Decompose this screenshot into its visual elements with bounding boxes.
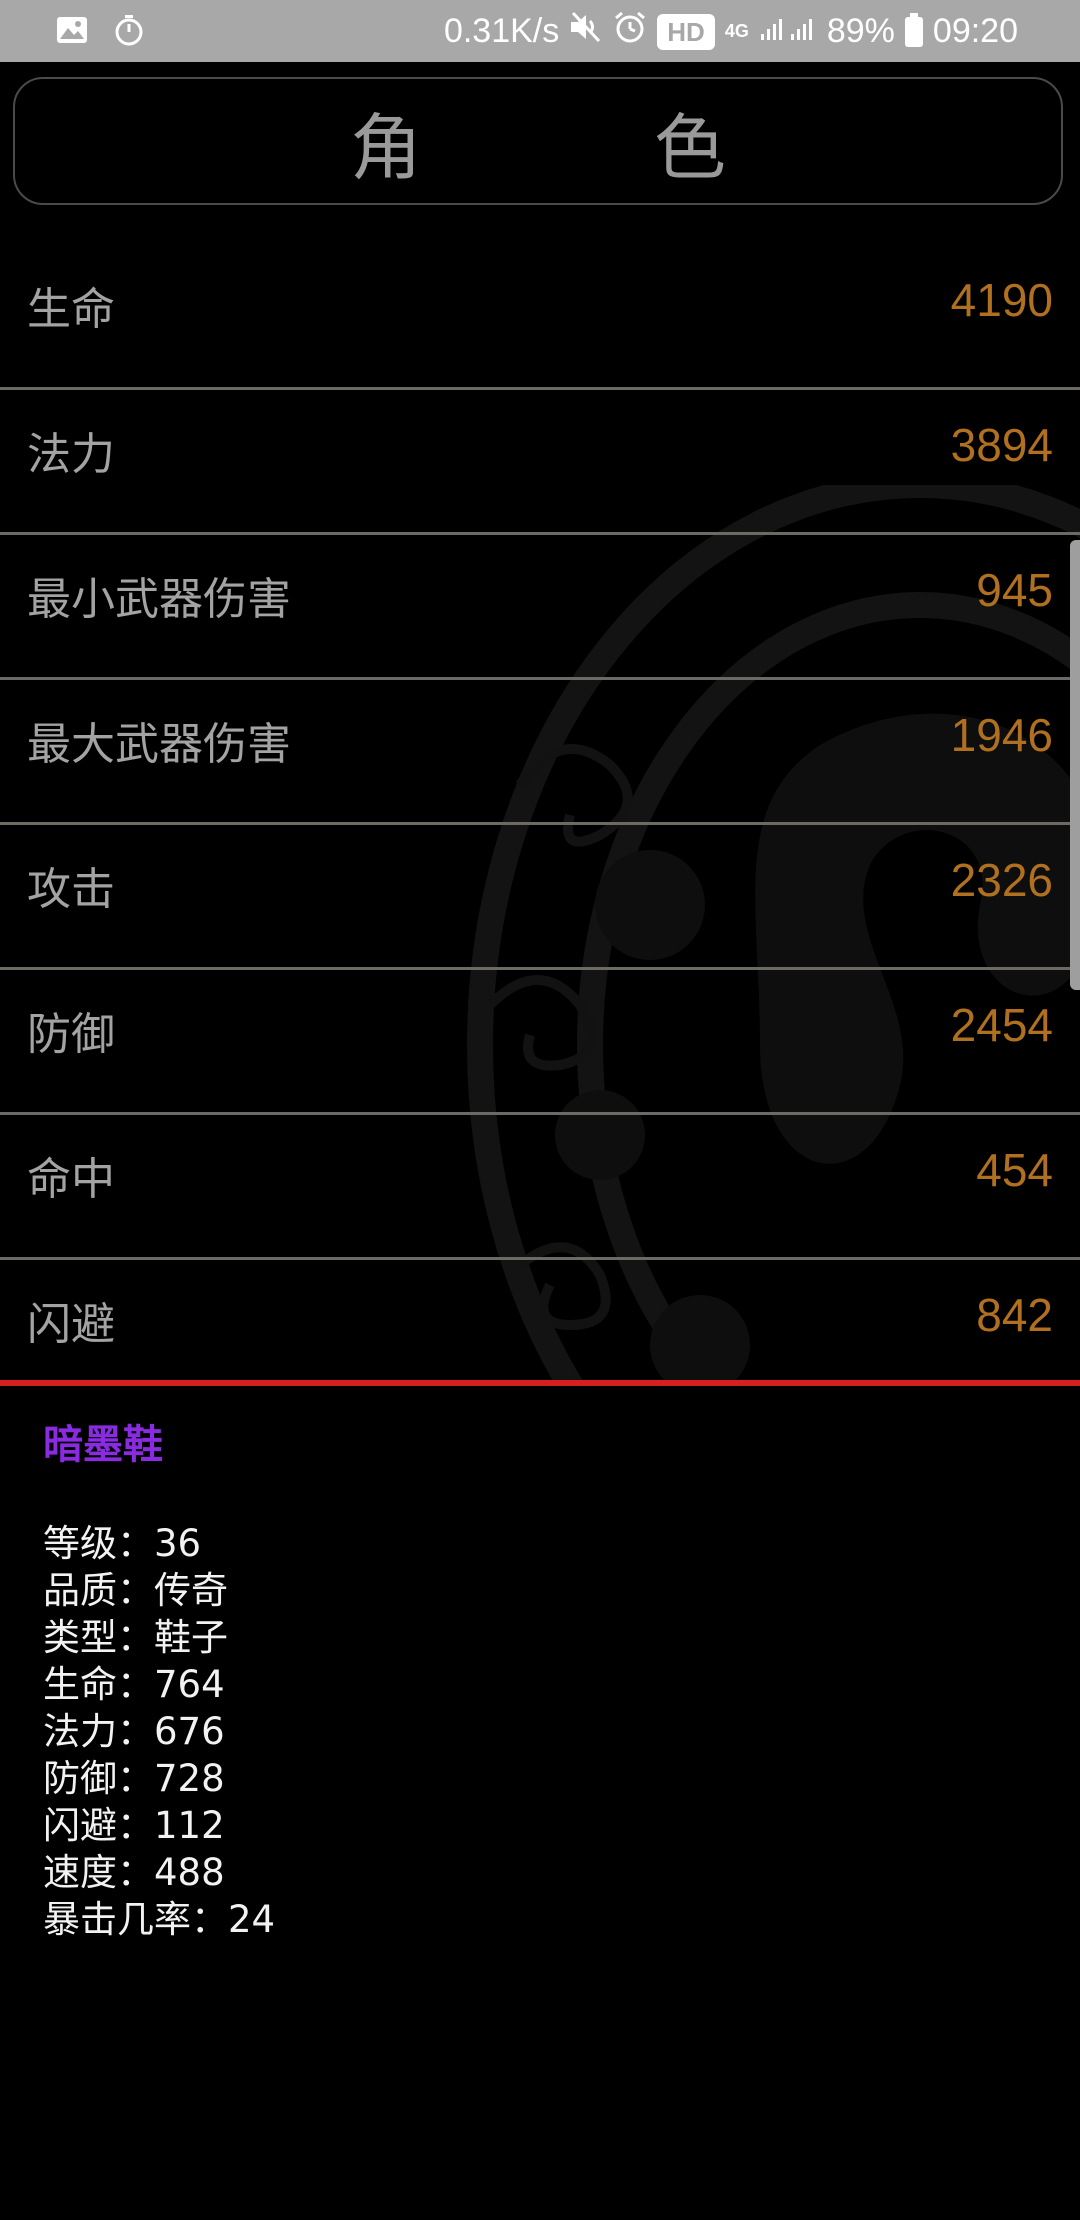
item-attribute-defense: 防御：728: [43, 1757, 225, 1800]
item-attribute-mana: 法力：676: [43, 1710, 225, 1753]
network-type: 4G: [724, 21, 749, 41]
item-attribute-crit-rate: 暴击几率：24: [43, 1898, 276, 1941]
item-attributes: 等级：36 品质：传奇 类型：鞋子 生命：764 法力：676 防御：728 闪…: [43, 1520, 275, 1943]
item-attribute-hp: 生命：764: [43, 1663, 225, 1706]
item-name: 暗墨鞋: [43, 1422, 163, 1468]
stat-label: 生命: [27, 284, 115, 335]
stat-row-hp: 生命 4190: [0, 245, 1080, 390]
stat-row-mana: 法力 3894: [0, 390, 1080, 535]
stat-value: 454: [976, 1144, 1053, 1196]
gallery-icon: [56, 16, 88, 49]
item-attribute-quality: 品质：传奇: [43, 1569, 228, 1612]
stat-label: 命中: [27, 1154, 115, 1205]
item-attribute-level: 等级：36: [43, 1522, 202, 1565]
stat-label: 攻击: [27, 864, 115, 915]
stat-row-hit: 命中 454: [0, 1115, 1080, 1260]
stat-row-max-weapon-damage: 最大武器伤害 1946: [0, 680, 1080, 825]
stat-label: 最大武器伤害: [27, 719, 291, 770]
net-speed: 0.31K/s: [443, 12, 560, 50]
mute-icon: [569, 11, 603, 52]
stat-row-defense: 防御 2454: [0, 970, 1080, 1115]
hd-badge: HD: [657, 13, 715, 50]
scrollbar-thumb[interactable]: [1070, 540, 1080, 990]
stat-label: 最小武器伤害: [27, 574, 291, 625]
stat-value: 1946: [950, 709, 1053, 761]
status-bar: 0.31K/s HD 4G 89% 09:20: [0, 0, 1080, 62]
stat-value: 945: [976, 564, 1053, 616]
item-attribute-dodge: 闪避：112: [43, 1804, 225, 1847]
clock: 09:20: [932, 12, 1018, 50]
page-title: 角 色: [349, 105, 806, 190]
stat-value: 3894: [950, 419, 1053, 471]
title-box: 角 色: [13, 77, 1063, 205]
alarm-icon: [613, 10, 647, 53]
stat-label: 防御: [27, 1009, 115, 1060]
stat-value: 4190: [950, 274, 1053, 326]
timer-icon: [114, 14, 144, 51]
battery-percent: 89%: [826, 12, 895, 50]
stat-row-dodge: 闪避 842: [0, 1260, 1080, 1385]
battery-icon: [904, 12, 923, 47]
item-detail-panel: 暗墨鞋 等级：36 品质：传奇 类型：鞋子 生命：764 法力：676 防御：7…: [0, 1386, 1080, 2220]
item-attribute-speed: 速度：488: [43, 1851, 225, 1894]
item-attribute-type: 类型：鞋子: [43, 1616, 228, 1659]
stat-value: 2326: [950, 854, 1053, 906]
stat-label: 闪避: [27, 1299, 115, 1350]
stat-row-min-weapon-damage: 最小武器伤害 945: [0, 535, 1080, 680]
stat-value: 842: [976, 1289, 1053, 1341]
stats-list: 生命 4190 法力 3894 最小武器伤害 945 最大武器伤害 1946 攻…: [0, 245, 1080, 1385]
stat-row-attack: 攻击 2326: [0, 825, 1080, 970]
stat-label: 法力: [27, 429, 115, 480]
stat-value: 2454: [950, 999, 1053, 1051]
signal-icon: [759, 12, 817, 51]
